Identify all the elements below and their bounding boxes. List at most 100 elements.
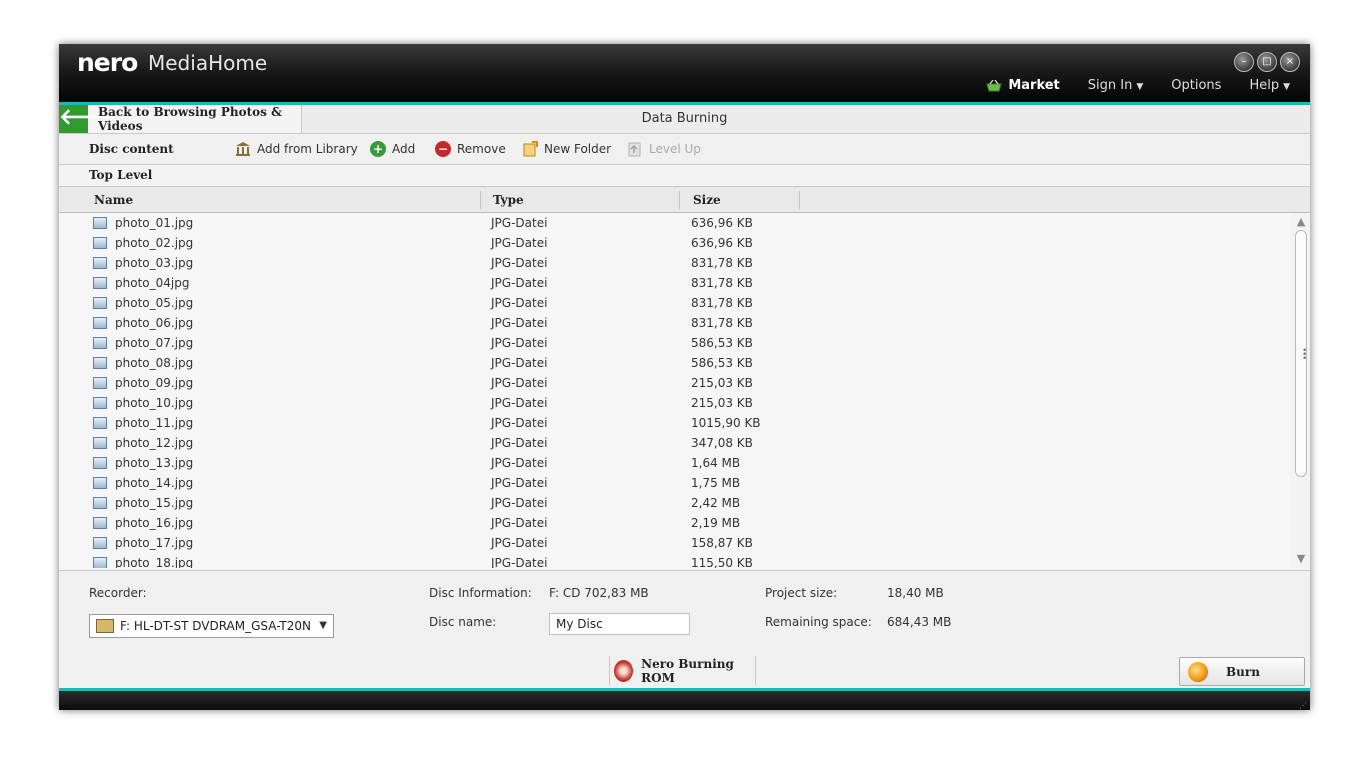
image-file-icon (93, 237, 107, 249)
burn-button[interactable]: Burn (1179, 657, 1305, 686)
column-header-name[interactable]: Name (94, 193, 133, 207)
remove-label: Remove (457, 142, 506, 156)
file-size: 1,64 MB (691, 456, 741, 470)
nero-burning-rom-button[interactable]: Nero Burning ROM (609, 656, 756, 685)
file-size: 2,19 MB (691, 516, 741, 530)
file-name: photo_14.jpg (115, 476, 194, 490)
disc-info-label: Disc Information: (429, 586, 532, 600)
table-row[interactable]: photo_02.jpg JPG-Datei 636,96 KB (59, 233, 1291, 253)
recorder-label: Recorder: (89, 586, 147, 600)
column-separator[interactable] (480, 191, 481, 209)
project-size-label: Project size: (765, 586, 838, 600)
table-row[interactable]: photo_12.jpg JPG-Datei 347,08 KB (59, 433, 1291, 453)
options-label: Options (1171, 78, 1222, 93)
image-file-icon (93, 257, 107, 269)
image-file-icon (93, 537, 107, 549)
page-title: Data Burning (641, 111, 728, 126)
basket-icon (986, 79, 1002, 91)
image-file-icon (93, 317, 107, 329)
level-up-button[interactable]: Level Up (627, 141, 701, 157)
market-button[interactable]: Market (986, 78, 1060, 93)
toolbar: Disc content Add from Library + Add − Re… (59, 134, 1310, 165)
resize-grip-icon[interactable]: ⋰ (1299, 702, 1307, 710)
file-size: 115,50 KB (691, 556, 753, 568)
table-row[interactable]: photo_09.jpg JPG-Datei 215,03 KB (59, 373, 1291, 393)
add-from-library-button[interactable]: Add from Library (235, 141, 358, 157)
minimize-button[interactable]: – (1234, 52, 1254, 72)
table-row[interactable]: photo_11.jpg JPG-Datei 1015,90 KB (59, 413, 1291, 433)
file-type: JPG-Datei (491, 516, 548, 530)
column-separator[interactable] (799, 191, 800, 209)
image-file-icon (93, 517, 107, 529)
new-folder-button[interactable]: New Folder (522, 141, 611, 157)
options-menu[interactable]: Options (1171, 78, 1221, 93)
nav-bar: 🡐 Back to Browsing Photos & Videos Data … (59, 105, 1310, 134)
remove-button[interactable]: − Remove (435, 141, 506, 157)
status-footer: ⋰ (59, 691, 1310, 710)
close-button[interactable]: × (1280, 52, 1300, 72)
file-name: photo_09.jpg (115, 376, 194, 390)
table-row[interactable]: photo_05.jpg JPG-Datei 831,78 KB (59, 293, 1291, 313)
image-file-icon (93, 497, 107, 509)
table-row[interactable]: photo_03.jpg JPG-Datei 831,78 KB (59, 253, 1291, 273)
file-name: photo_02.jpg (115, 236, 194, 250)
table-row[interactable]: photo_01.jpg JPG-Datei 636,96 KB (59, 213, 1291, 233)
level-up-label: Level Up (649, 142, 701, 156)
image-file-icon (93, 437, 107, 449)
file-type: JPG-Datei (491, 436, 548, 450)
nero-burning-rom-icon (614, 659, 634, 682)
file-type: JPG-Datei (491, 356, 548, 370)
help-menu[interactable]: Help ▼ (1249, 78, 1290, 93)
plus-icon: + (370, 141, 386, 157)
image-file-icon (93, 357, 107, 369)
drive-icon (96, 619, 114, 633)
new-folder-icon (523, 141, 538, 157)
library-icon (236, 142, 250, 156)
add-button[interactable]: + Add (370, 141, 415, 157)
burn-icon (1188, 661, 1208, 682)
table-row[interactable]: photo_14.jpg JPG-Datei 1,75 MB (59, 473, 1291, 493)
file-type: JPG-Datei (491, 376, 548, 390)
scroll-down-icon[interactable]: ▼ (1295, 553, 1307, 565)
recorder-select[interactable]: F: HL-DT-ST DVDRAM_GSA-T20N ▼ (89, 614, 334, 638)
table-row[interactable]: photo_15.jpg JPG-Datei 2,42 MB (59, 493, 1291, 513)
file-name: photo_01.jpg (115, 216, 194, 230)
table-row[interactable]: photo_16.jpg JPG-Datei 2,19 MB (59, 513, 1291, 533)
file-size: 831,78 KB (691, 316, 753, 330)
vertical-scrollbar[interactable]: ▲ • • • ▼ (1293, 213, 1309, 568)
scroll-up-icon[interactable]: ▲ (1295, 216, 1307, 228)
file-name: photo_13.jpg (115, 456, 194, 470)
level-up-icon (628, 142, 641, 157)
table-row[interactable]: photo_17.jpg JPG-Datei 158,87 KB (59, 533, 1291, 553)
column-header-size[interactable]: Size (693, 193, 721, 207)
table-row[interactable]: photo_08.jpg JPG-Datei 586,53 KB (59, 353, 1291, 373)
file-size: 215,03 KB (691, 396, 753, 410)
image-file-icon (93, 277, 107, 289)
scrollbar-thumb[interactable]: • • • (1295, 230, 1307, 477)
file-type: JPG-Datei (491, 276, 548, 290)
new-folder-label: New Folder (544, 142, 612, 156)
table-row[interactable]: photo_04jpg JPG-Datei 831,78 KB (59, 273, 1291, 293)
column-header-type[interactable]: Type (493, 193, 524, 207)
chevron-down-icon: ▼ (319, 620, 327, 631)
file-type: JPG-Datei (491, 236, 548, 250)
disc-name-input[interactable]: My Disc (549, 613, 690, 635)
file-size: 586,53 KB (691, 356, 753, 370)
image-file-icon (93, 377, 107, 389)
image-file-icon (93, 337, 107, 349)
file-name: photo_16.jpg (115, 516, 194, 530)
file-size: 831,78 KB (691, 276, 753, 290)
table-row[interactable]: photo_13.jpg JPG-Datei 1,64 MB (59, 453, 1291, 473)
nero-logo: nero (77, 48, 138, 77)
table-row[interactable]: photo_07.jpg JPG-Datei 586,53 KB (59, 333, 1291, 353)
restore-button[interactable]: □ (1257, 52, 1277, 72)
table-row[interactable]: photo_10.jpg JPG-Datei 215,03 KB (59, 393, 1291, 413)
table-row[interactable]: photo_18.jpg JPG-Datei 115,50 KB (59, 553, 1291, 568)
file-name: photo_06.jpg (115, 316, 194, 330)
table-row[interactable]: photo_06.jpg JPG-Datei 831,78 KB (59, 313, 1291, 333)
image-file-icon (93, 297, 107, 309)
sign-in-menu[interactable]: Sign In ▼ (1088, 78, 1143, 93)
column-separator[interactable] (679, 191, 680, 209)
file-type: JPG-Datei (491, 476, 548, 490)
top-menu: Market Sign In ▼ Options Help ▼ (986, 78, 1290, 93)
